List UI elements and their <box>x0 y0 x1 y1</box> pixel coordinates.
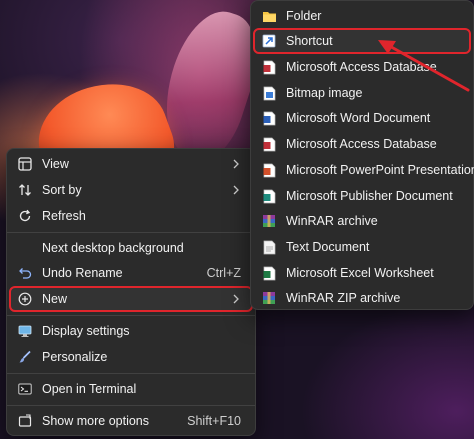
access-file-icon <box>261 136 277 152</box>
menu-item-label: Undo Rename <box>42 266 123 280</box>
menu-separator <box>7 405 255 406</box>
brush-icon <box>17 349 33 365</box>
menu-item-label: Personalize <box>42 350 108 364</box>
menu-item-view[interactable]: View <box>11 152 251 176</box>
refresh-icon <box>17 208 33 224</box>
access-file-icon <box>261 59 277 75</box>
powerpoint-file-icon <box>261 162 277 178</box>
shortcut-text: Shift+F10 <box>187 414 241 428</box>
winrar-zip-icon <box>261 290 277 306</box>
menu-item-refresh[interactable]: Refresh <box>11 204 251 228</box>
menu-item-undo-rename[interactable]: Undo Rename Ctrl+Z <box>11 261 251 285</box>
folder-icon <box>261 8 277 24</box>
submenu-item-label: Microsoft Publisher Document <box>286 189 453 203</box>
excel-file-icon <box>261 265 277 281</box>
menu-item-personalize[interactable]: Personalize <box>11 345 251 369</box>
menu-item-label: Show more options <box>42 414 150 428</box>
submenu-item-label: WinRAR ZIP archive <box>286 291 401 305</box>
menu-item-open-in-terminal[interactable]: Open in Terminal <box>11 377 251 401</box>
shortcut-icon <box>261 33 277 49</box>
word-file-icon <box>261 110 277 126</box>
submenu-item-winrar-zip-archive[interactable]: WinRAR ZIP archive <box>255 286 469 310</box>
menu-item-label: Display settings <box>42 324 130 338</box>
submenu-item-excel-worksheet[interactable]: Microsoft Excel Worksheet <box>255 261 469 285</box>
text-file-icon <box>261 239 277 255</box>
undo-icon <box>17 265 33 281</box>
menu-item-new[interactable]: New <box>11 287 251 311</box>
submenu-item-label: Microsoft PowerPoint Presentation <box>286 163 474 177</box>
menu-item-label: View <box>42 157 69 171</box>
annotation-arrow-icon <box>378 40 470 92</box>
publisher-file-icon <box>261 188 277 204</box>
submenu-item-label: Folder <box>286 9 322 23</box>
menu-item-label: Next desktop background <box>42 241 184 255</box>
submenu-item-word-document[interactable]: Microsoft Word Document <box>255 106 469 130</box>
submenu-item-label: WinRAR archive <box>286 214 378 228</box>
submenu-item-label: Microsoft Excel Worksheet <box>286 266 434 280</box>
menu-item-display-settings[interactable]: Display settings <box>11 319 251 343</box>
submenu-item-label: Text Document <box>286 240 370 254</box>
chevron-right-icon <box>231 294 241 304</box>
menu-item-label: New <box>42 292 68 306</box>
desktop-context-menu: View Sort by Refresh Next desktop backgr… <box>6 148 256 436</box>
submenu-item-folder[interactable]: Folder <box>255 4 469 28</box>
terminal-icon <box>17 381 33 397</box>
menu-item-next-desktop-background[interactable]: Next desktop background <box>11 236 251 260</box>
winrar-icon <box>261 213 277 229</box>
menu-item-label: Sort by <box>42 183 82 197</box>
menu-separator <box>7 232 255 233</box>
menu-item-sort-by[interactable]: Sort by <box>11 178 251 202</box>
wallpaper-glow <box>300 300 474 439</box>
display-icon <box>17 323 33 339</box>
menu-item-show-more-options[interactable]: Show more options Shift+F10 <box>11 409 251 433</box>
submenu-item-powerpoint-presentation[interactable]: Microsoft PowerPoint Presentation <box>255 158 474 182</box>
chevron-right-icon <box>231 159 241 169</box>
bitmap-file-icon <box>261 85 277 101</box>
plus-circle-icon <box>17 291 33 307</box>
submenu-item-text-document[interactable]: Text Document <box>255 235 469 259</box>
menu-separator <box>7 373 255 374</box>
submenu-item-access-database-2[interactable]: Microsoft Access Database <box>255 132 469 156</box>
submenu-item-label: Microsoft Word Document <box>286 111 431 125</box>
submenu-item-winrar-archive[interactable]: WinRAR archive <box>255 209 469 233</box>
chevron-right-icon <box>231 185 241 195</box>
view-grid-icon <box>17 156 33 172</box>
menu-separator <box>7 315 255 316</box>
submenu-item-publisher-document[interactable]: Microsoft Publisher Document <box>255 184 469 208</box>
menu-item-label: Open in Terminal <box>42 382 137 396</box>
sort-icon <box>17 182 33 198</box>
menu-item-label: Refresh <box>42 209 86 223</box>
share-icon <box>17 413 33 429</box>
shortcut-text: Ctrl+Z <box>206 266 241 280</box>
submenu-item-label: Microsoft Access Database <box>286 137 437 151</box>
